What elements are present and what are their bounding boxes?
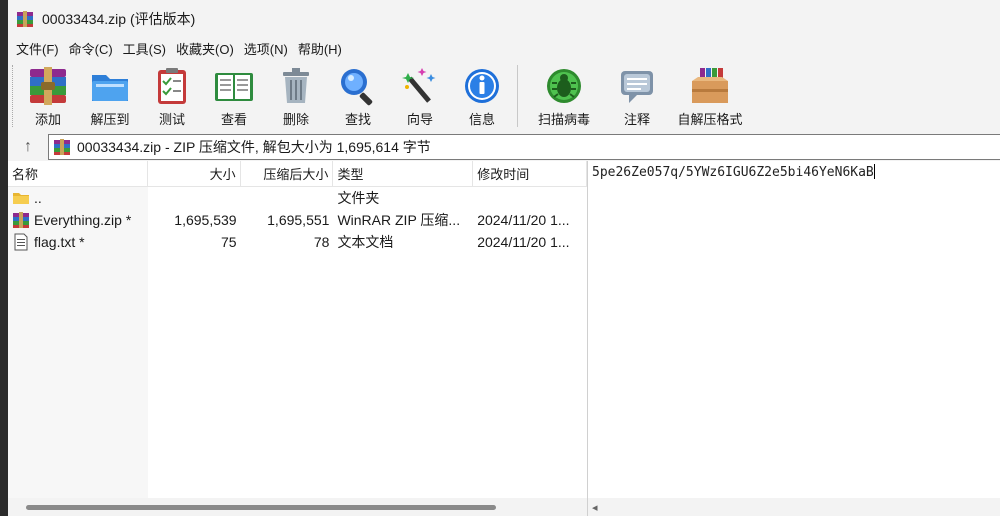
sfx-box-icon xyxy=(692,68,728,103)
winrar-app-icon xyxy=(17,10,33,27)
comment-bubble-icon xyxy=(621,71,653,103)
info-icon xyxy=(465,69,499,103)
menu-file[interactable]: 文件(F) xyxy=(14,39,67,58)
text-caret xyxy=(873,164,875,179)
comment-label: 注释 xyxy=(623,112,650,127)
sfx-button[interactable]: 自解压格式 xyxy=(671,65,749,128)
add-button[interactable]: 添加 xyxy=(20,65,76,128)
toolbar-separator xyxy=(517,65,518,127)
file-name: .. xyxy=(34,190,42,206)
file-name-cell: Everything.zip * xyxy=(8,211,148,229)
path-field[interactable]: 00033434.zip - ZIP 压缩文件, 解包大小为 1,695,614… xyxy=(48,134,1000,160)
info-label: 信息 xyxy=(468,112,495,127)
virus-scan-label: 扫描病毒 xyxy=(537,112,590,127)
comment-horizontal-scrollbar[interactable]: ◂ xyxy=(588,498,1000,516)
file-size: 75 xyxy=(221,234,237,250)
wizard-label: 向导 xyxy=(406,112,433,127)
title-bar: 00033434.zip (评估版本) xyxy=(8,0,1000,37)
file-list-pane: 名称 大小 压缩后大小 类型 修改时间 .. 文件夹 Everything.zi… xyxy=(8,161,588,516)
winrar-window: 00033434.zip (评估版本) 文件(F) 命令(C) 工具(S) 收藏… xyxy=(8,0,1000,516)
column-header-packed[interactable]: 压缩后大小 xyxy=(241,161,334,186)
find-button[interactable]: 查找 xyxy=(330,65,386,128)
virus-scan-button[interactable]: 扫描病毒 xyxy=(525,65,603,128)
file-name-cell: .. xyxy=(8,189,148,207)
up-folder-button[interactable]: ↑ xyxy=(8,134,48,160)
table-row[interactable]: Everything.zip * 1,695,539 1,695,551 Win… xyxy=(8,209,587,231)
file-type: WinRAR ZIP 压缩... xyxy=(337,212,461,228)
menu-favorites[interactable]: 收藏夹(O) xyxy=(174,39,242,58)
window-title: 00033434.zip (评估版本) xyxy=(42,10,196,27)
menu-options[interactable]: 选项(N) xyxy=(242,39,296,58)
toolbar-grip xyxy=(12,65,15,127)
extract-to-button[interactable]: 解压到 xyxy=(82,65,138,128)
wizard-button[interactable]: 向导 xyxy=(392,65,448,128)
extract-to-label: 解压到 xyxy=(90,112,130,127)
file-size: 1,695,539 xyxy=(174,212,237,228)
clipboard-check-icon xyxy=(158,68,186,104)
trash-can-icon xyxy=(283,68,309,103)
desktop-background-strip xyxy=(0,0,8,516)
comment-text: 5pe26Ze057q/5YWz6IGU6Z2e5bi46YeN6KaB xyxy=(592,165,874,180)
file-packed-size: 78 xyxy=(313,234,330,250)
file-name: Everything.zip * xyxy=(34,212,132,228)
arrow-up-icon: ↑ xyxy=(24,138,32,155)
file-list-horizontal-scrollbar[interactable] xyxy=(8,498,587,516)
sfx-label: 自解压格式 xyxy=(677,112,743,127)
file-type: 文本文档 xyxy=(337,234,394,250)
comment-pane[interactable]: 5pe26Ze057q/5YWz6IGU6Z2e5bi46YeN6KaB ◂ xyxy=(588,161,1000,516)
test-button[interactable]: 测试 xyxy=(144,65,200,128)
winrar-archive-icon xyxy=(13,212,29,228)
folder-icon xyxy=(13,193,29,204)
column-header-type[interactable]: 类型 xyxy=(333,161,474,186)
comment-text-area[interactable]: 5pe26Ze057q/5YWz6IGU6Z2e5bi46YeN6KaB xyxy=(588,161,1000,183)
menu-bar: 文件(F) 命令(C) 工具(S) 收藏夹(O) 选项(N) 帮助(H) xyxy=(8,37,1000,59)
column-header-modified[interactable]: 修改时间 xyxy=(473,161,587,186)
path-bar: ↑ 00033434.zip - ZIP 压缩文件, 解包大小为 1,695,6… xyxy=(8,133,1000,161)
comment-button[interactable]: 注释 xyxy=(609,65,665,128)
file-name: flag.txt * xyxy=(34,234,85,250)
file-list-rows: .. 文件夹 Everything.zip * 1,695,539 1,695,… xyxy=(8,187,587,253)
virus-bug-icon xyxy=(547,69,581,103)
view-label: 查看 xyxy=(220,112,247,127)
view-button[interactable]: 查看 xyxy=(206,65,262,128)
toolbar: 添加 解压到 测试 查看 删除 查找 向导 信息 扫描病毒 注释 自解压格式 xyxy=(8,59,1000,131)
magnifier-icon xyxy=(341,69,373,106)
find-label: 查找 xyxy=(344,112,371,127)
menu-commands[interactable]: 命令(C) xyxy=(67,39,121,58)
column-header-name[interactable]: 名称 xyxy=(8,161,148,186)
path-text: 00033434.zip - ZIP 压缩文件, 解包大小为 1,695,614… xyxy=(77,139,431,155)
file-type: 文件夹 xyxy=(337,190,380,206)
menu-help[interactable]: 帮助(H) xyxy=(296,39,350,58)
table-row[interactable]: flag.txt * 75 78 文本文档 2024/11/20 1... xyxy=(8,231,587,253)
info-button[interactable]: 信息 xyxy=(454,65,510,128)
magic-wand-icon xyxy=(402,68,436,103)
folder-extract-icon xyxy=(92,75,128,101)
file-modified: 2024/11/20 1... xyxy=(477,234,570,250)
delete-button[interactable]: 删除 xyxy=(268,65,324,128)
scroll-left-arrow-icon[interactable]: ◂ xyxy=(592,501,598,514)
file-modified: 2024/11/20 1... xyxy=(477,212,570,228)
add-label: 添加 xyxy=(34,112,61,127)
file-list-header: 名称 大小 压缩后大小 类型 修改时间 xyxy=(8,161,587,187)
test-label: 测试 xyxy=(158,112,185,127)
add-archive-icon xyxy=(30,67,66,105)
delete-label: 删除 xyxy=(282,112,309,127)
file-name-cell: flag.txt * xyxy=(8,233,148,251)
content-panes: 名称 大小 压缩后大小 类型 修改时间 .. 文件夹 Everything.zi… xyxy=(8,161,1000,516)
table-row[interactable]: .. 文件夹 xyxy=(8,187,587,209)
scrollbar-thumb[interactable] xyxy=(26,504,496,510)
file-packed-size: 1,695,551 xyxy=(267,212,330,228)
archive-small-icon xyxy=(54,139,70,155)
open-book-icon xyxy=(215,73,253,101)
text-file-icon xyxy=(14,233,28,251)
menu-tools[interactable]: 工具(S) xyxy=(121,39,174,58)
column-header-size[interactable]: 大小 xyxy=(148,161,241,186)
